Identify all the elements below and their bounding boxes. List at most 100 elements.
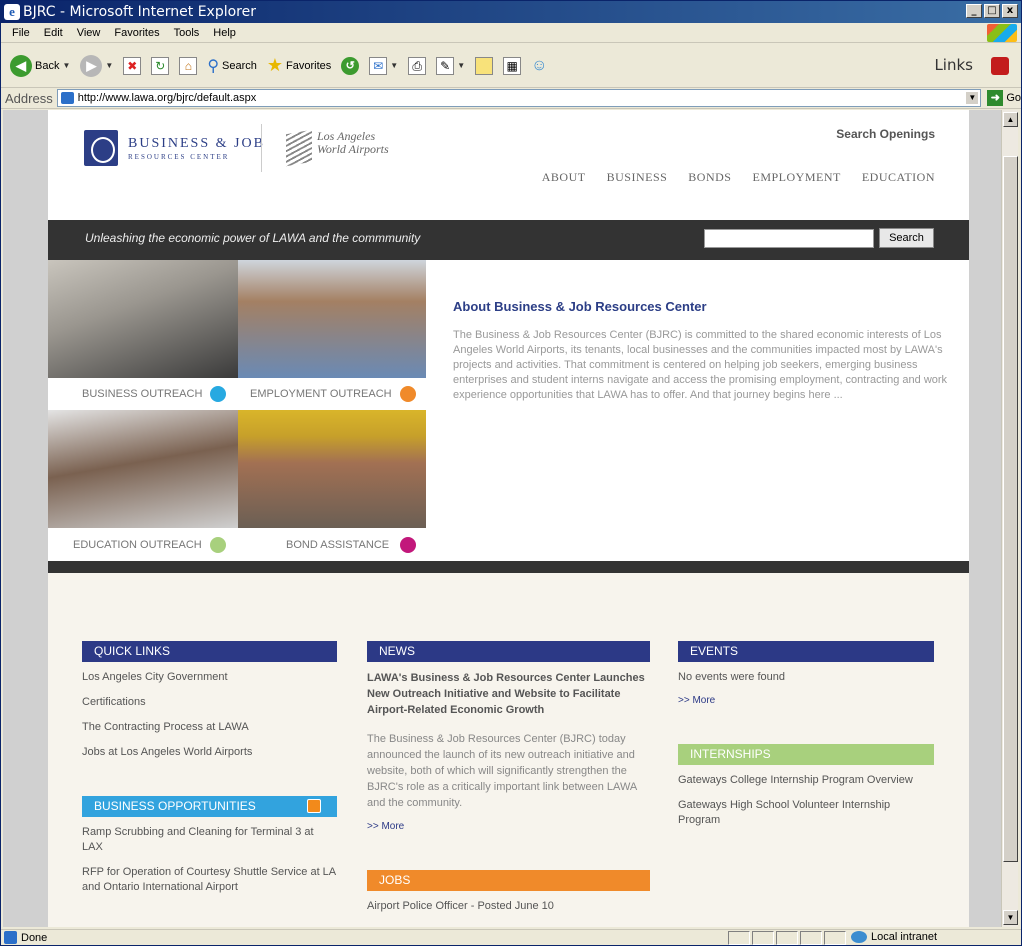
nav-education[interactable]: EDUCATION	[862, 170, 935, 185]
page-icon	[60, 92, 74, 104]
window-buttons: _ □ x	[966, 4, 1018, 18]
quick-link-3[interactable]: The Contracting Process at LAWA	[82, 720, 337, 735]
dropdown-arrow-icon: ▼	[457, 61, 466, 70]
menu-help[interactable]: Help	[206, 27, 243, 39]
lawa-line2: World Airports	[317, 142, 389, 156]
edit-button[interactable]: ✎ ▼	[433, 56, 468, 75]
bjrc-logo-text[interactable]: BUSINESS & JOB RESOURCES CENTER	[128, 136, 265, 161]
business-outreach-tile[interactable]: BUSINESS OUTREACH	[48, 260, 238, 410]
education-outreach-label: EDUCATION OUTREACH	[73, 539, 202, 551]
education-outreach-tile[interactable]: EDUCATION OUTREACH	[48, 410, 238, 561]
minimize-button[interactable]: _	[966, 4, 982, 18]
search-openings-link[interactable]: Search Openings	[836, 127, 935, 141]
quick-links-header: QUICK LINKS	[82, 641, 337, 662]
business-opportunities-title: BUSINESS OPPORTUNITIES	[94, 799, 256, 813]
menu-file[interactable]: File	[5, 27, 37, 39]
menu-favorites[interactable]: Favorites	[107, 27, 166, 39]
address-input[interactable]: http://www.lawa.org/bjrc/default.aspx ▼	[56, 89, 982, 107]
status-pane	[728, 931, 750, 945]
nav-employment[interactable]: EMPLOYMENT	[752, 170, 840, 185]
business-opportunities-header: BUSINESS OPPORTUNITIES	[82, 796, 337, 817]
browser-window: e BJRC - Microsoft Internet Explorer _ □…	[0, 0, 1022, 946]
edit-icon: ✎	[436, 56, 455, 75]
events-more-link[interactable]: >> More	[678, 695, 934, 706]
stop-button[interactable]: ✖	[120, 56, 144, 75]
menu-edit[interactable]: Edit	[37, 27, 70, 39]
employment-outreach-tile[interactable]: EMPLOYMENT OUTREACH	[238, 260, 426, 410]
pdf-icon[interactable]	[991, 57, 1009, 75]
bond-assistance-dot-icon	[400, 537, 416, 553]
jobs-header: JOBS	[367, 870, 650, 891]
search-button[interactable]: ⚲ Search	[204, 56, 260, 76]
business-outreach-photo	[48, 260, 238, 378]
about-title: About Business & Job Resources Center	[453, 299, 707, 314]
bond-assistance-label: BOND ASSISTANCE	[286, 539, 390, 551]
site-search-input[interactable]	[704, 229, 874, 248]
rss-icon[interactable]	[307, 799, 321, 813]
links-label[interactable]: Links	[934, 56, 973, 74]
back-arrow-icon: ◀	[10, 54, 32, 77]
quick-link-4[interactable]: Jobs at Los Angeles World Airports	[82, 745, 337, 760]
menu-bar: File Edit View Favorites Tools Help	[1, 23, 1021, 43]
opportunity-1[interactable]: Ramp Scrubbing and Cleaning for Terminal…	[82, 825, 337, 855]
notes-icon	[475, 56, 494, 75]
refresh-button[interactable]: ↻	[148, 56, 172, 75]
lawa-logo-text[interactable]: Los Angeles World Airports	[317, 130, 389, 156]
forward-button[interactable]: ▶ ▼	[77, 54, 116, 77]
quick-link-1[interactable]: Los Angeles City Government	[82, 670, 337, 685]
scroll-thumb[interactable]	[1003, 156, 1018, 862]
internship-2[interactable]: Gateways High School Volunteer Internshi…	[678, 798, 934, 828]
news-headline[interactable]: LAWA's Business & Job Resources Center L…	[367, 670, 650, 718]
zone-label: Local intranet	[871, 931, 938, 943]
lawa-logo-icon[interactable]	[286, 129, 312, 167]
banner: Unleashing the economic power of LAWA an…	[48, 220, 969, 260]
nav-business[interactable]: BUSINESS	[607, 170, 668, 185]
opportunity-2[interactable]: RFP for Operation of Courtesy Shuttle Se…	[82, 865, 337, 895]
employment-outreach-photo	[238, 260, 426, 378]
close-button[interactable]: x	[1002, 4, 1018, 18]
business-outreach-dot-icon	[210, 386, 226, 402]
search-label: Search	[222, 59, 257, 72]
messenger-button[interactable]: ☺	[528, 57, 550, 75]
menu-tools[interactable]: Tools	[167, 27, 207, 39]
internship-1[interactable]: Gateways College Internship Program Over…	[678, 773, 934, 788]
status-bar: Done Local intranet	[1, 929, 1021, 946]
bond-assistance-tile[interactable]: BOND ASSISTANCE	[238, 410, 426, 561]
job-item-1[interactable]: Airport Police Officer - Posted June 10	[367, 899, 650, 914]
employment-outreach-dot-icon	[400, 386, 416, 402]
nav-bonds[interactable]: BONDS	[688, 170, 731, 185]
stop-icon: ✖	[123, 56, 142, 75]
divider-strip	[48, 561, 969, 573]
research-button[interactable]: ▦	[500, 56, 524, 75]
favorites-button[interactable]: ★ Favorites	[264, 55, 334, 76]
events-empty-text: No events were found	[678, 671, 786, 683]
bjrc-logo-icon[interactable]	[84, 130, 118, 166]
scroll-down-arrow-icon[interactable]: ▼	[1003, 910, 1018, 925]
page-done-icon	[4, 931, 17, 944]
nav-about[interactable]: ABOUT	[542, 170, 586, 185]
quick-link-2[interactable]: Certifications	[82, 695, 337, 710]
dropdown-arrow-icon: ▼	[105, 61, 114, 70]
address-dropdown-icon[interactable]: ▼	[966, 92, 979, 104]
notes-button[interactable]	[472, 56, 496, 75]
vertical-scrollbar[interactable]: ▲ ▼	[1001, 110, 1018, 927]
back-label: Back	[35, 59, 60, 72]
news-more-link[interactable]: >> More	[367, 821, 650, 832]
back-button[interactable]: ◀ Back ▼	[7, 54, 73, 77]
messenger-icon: ☺	[531, 56, 548, 74]
go-button[interactable]: ➜ Go	[987, 90, 1021, 106]
address-bar: Address http://www.lawa.org/bjrc/default…	[1, 88, 1021, 109]
print-button[interactable]: ⎙	[405, 56, 429, 75]
home-button[interactable]: ⌂	[176, 56, 200, 75]
mail-icon: ✉	[369, 56, 388, 75]
employment-outreach-label: EMPLOYMENT OUTREACH	[250, 388, 392, 400]
scroll-up-arrow-icon[interactable]: ▲	[1003, 112, 1018, 127]
history-button[interactable]: ↺	[338, 56, 362, 75]
status-pane	[752, 931, 774, 945]
site-search-button[interactable]: Search	[879, 228, 934, 248]
events-column: EVENTS No events were found >> More INTE…	[678, 641, 934, 838]
mail-button[interactable]: ✉ ▼	[366, 56, 401, 75]
menu-view[interactable]: View	[70, 27, 108, 39]
forward-arrow-icon: ▶	[80, 54, 103, 77]
maximize-button[interactable]: □	[984, 4, 1000, 18]
